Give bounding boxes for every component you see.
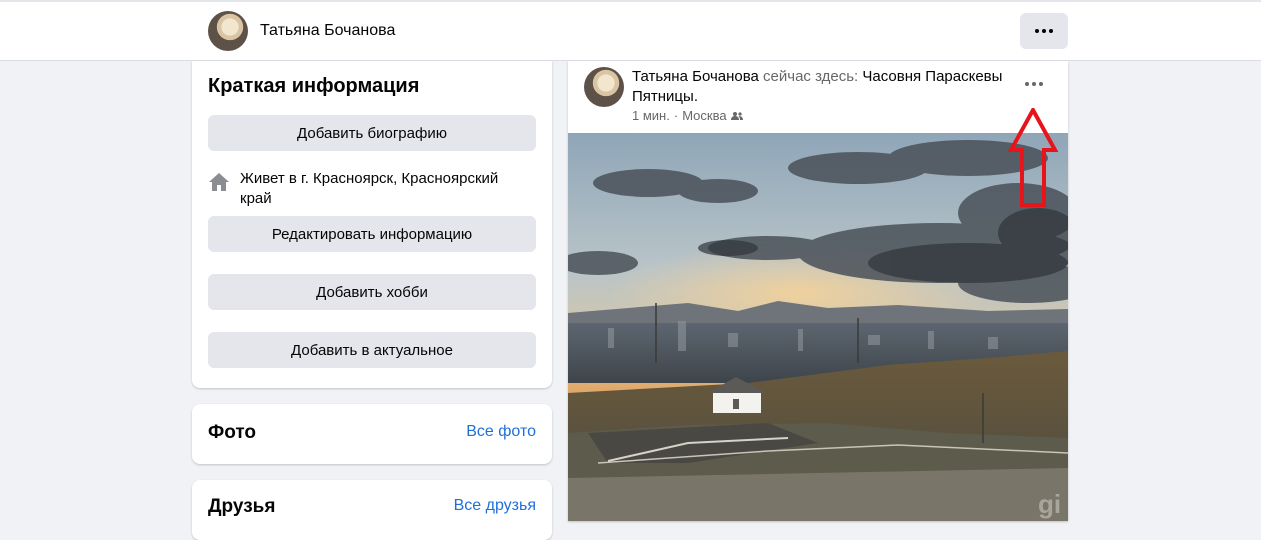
profile-avatar[interactable] xyxy=(208,11,248,51)
post-time-link[interactable]: 1 мин. xyxy=(632,108,670,123)
add-bio-button[interactable]: Добавить биографию xyxy=(208,115,536,151)
intro-title: Краткая информация xyxy=(208,75,420,97)
add-featured-button[interactable]: Добавить в актуальное xyxy=(208,332,536,368)
photos-card: Фото Все фото xyxy=(192,404,552,464)
profile-more-button[interactable] xyxy=(1020,13,1068,49)
profile-header-bar: Татьяна Бочанова xyxy=(0,0,1261,61)
annotation-arrow-icon xyxy=(1008,108,1058,207)
intro-card: Краткая информация Добавить биографию Жи… xyxy=(192,61,552,388)
post-meta-separator: · xyxy=(673,108,679,123)
post-header-text: Татьяна Бочанова сейчас здесь: Часовня П… xyxy=(632,67,1012,107)
add-hobby-button[interactable]: Добавить хобби xyxy=(208,274,536,310)
friends-title: Друзья xyxy=(208,496,276,517)
home-icon xyxy=(209,173,229,191)
all-photos-link[interactable]: Все фото xyxy=(466,423,536,441)
post-meta: 1 мин. · Москва xyxy=(632,108,743,123)
photos-title: Фото xyxy=(208,422,257,443)
post-card: Татьяна Бочанова сейчас здесь: Часовня П… xyxy=(568,61,1068,521)
friends-card: Друзья Все друзья xyxy=(192,480,552,540)
more-dots-icon xyxy=(1035,29,1053,33)
post-place-suffix: . xyxy=(693,88,698,105)
more-dots-icon xyxy=(1025,82,1043,86)
photo-watermark: gi xyxy=(1038,489,1061,519)
edit-info-button[interactable]: Редактировать информацию xyxy=(208,216,536,252)
lives-in-row: Живет в г. Красноярск, Красноярский край xyxy=(208,169,528,209)
post-action-text: сейчас здесь: xyxy=(758,68,863,85)
profile-name[interactable]: Татьяна Бочанова xyxy=(260,22,395,40)
post-location[interactable]: Москва xyxy=(682,108,726,123)
lives-in-text: Живет в г. Красноярск, Красноярский край xyxy=(240,170,499,207)
all-friends-link[interactable]: Все друзья xyxy=(454,497,536,515)
post-author-avatar[interactable] xyxy=(584,67,624,107)
post-photo[interactable]: gi xyxy=(568,133,1068,521)
post-author-link[interactable]: Татьяна Бочанова xyxy=(632,68,759,85)
post-more-button[interactable] xyxy=(1024,77,1044,91)
friends-icon[interactable] xyxy=(730,111,743,121)
